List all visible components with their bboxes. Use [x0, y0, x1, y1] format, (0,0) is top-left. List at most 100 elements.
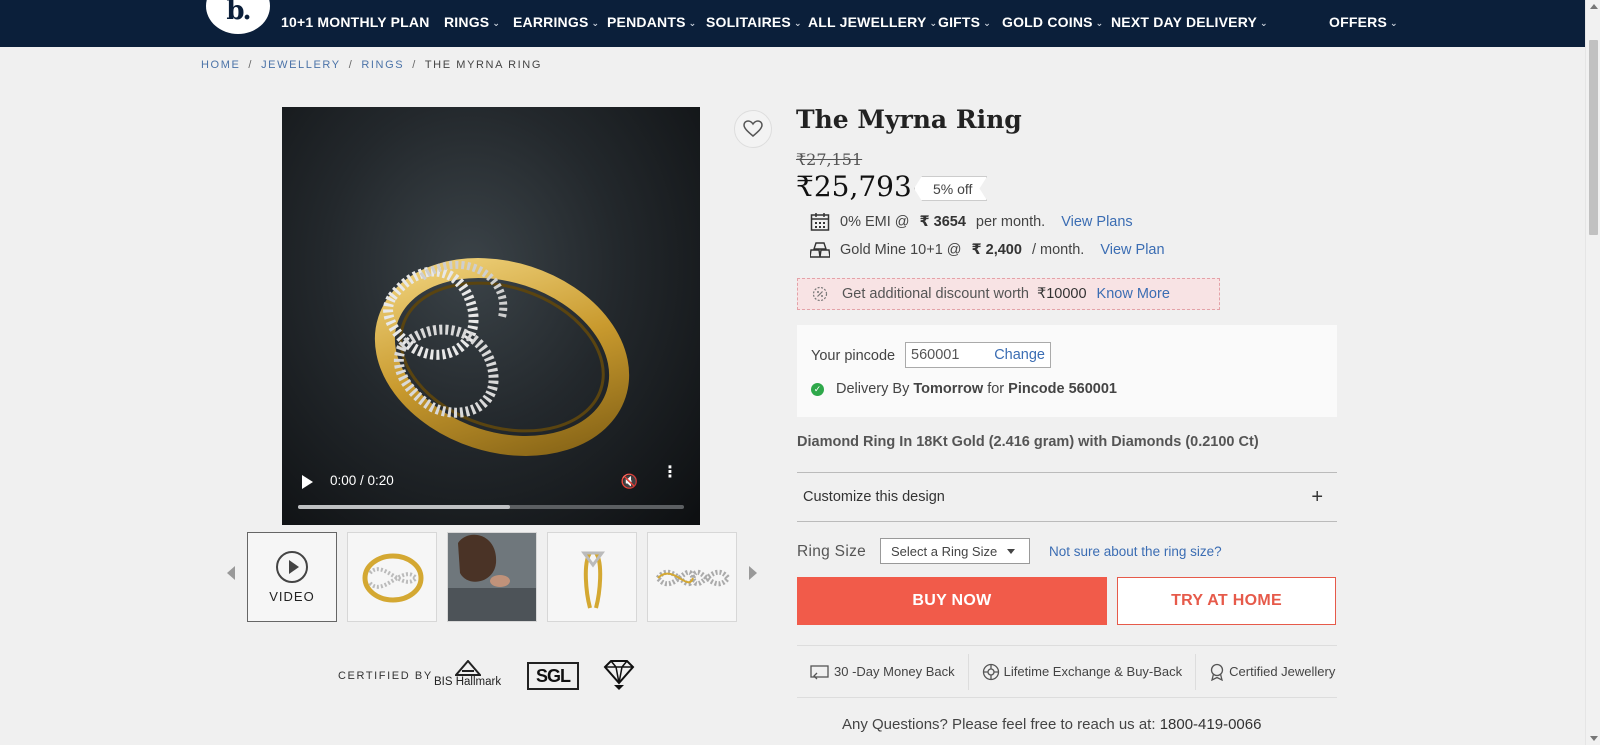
nav-label: GIFTS — [938, 14, 981, 30]
view-plan-link[interactable]: View Plan — [1100, 242, 1164, 258]
assurance-certified: Certified Jewellery — [1196, 654, 1348, 690]
assurance-label: Certified Jewellery — [1229, 664, 1336, 679]
nav-item-rings[interactable]: RINGS ⌄ — [444, 14, 500, 30]
thumbnail-ring-front[interactable] — [347, 532, 437, 622]
nav-label: NEXT DAY DELIVERY — [1111, 14, 1258, 30]
thumbnail-model[interactable] — [447, 532, 537, 622]
ring-side-thumbnail-image — [581, 551, 605, 609]
nav-item-pendants[interactable]: PENDANTS ⌄ — [607, 14, 696, 30]
try-at-home-button[interactable]: TRY AT HOME — [1117, 577, 1336, 625]
chevron-down-icon: ⌄ — [983, 17, 991, 28]
chevron-down-icon: ⌄ — [1095, 17, 1104, 28]
nav-item-gifts[interactable]: GIFTS ⌄ — [938, 14, 991, 30]
play-circle-icon — [276, 550, 308, 583]
money-back-icon — [810, 664, 829, 679]
certified-icon — [1211, 663, 1224, 681]
delivery-prefix: Delivery By — [836, 381, 910, 397]
nav-item-solitaires[interactable]: SOLITAIRES ⌄ — [706, 14, 802, 30]
breadcrumb: HOME / JEWELLERY / RINGS / THE MYRNA RIN… — [201, 59, 542, 71]
nav-label: 10+1 MONTHLY PLAN — [281, 14, 430, 30]
change-pincode-link[interactable]: Change — [994, 347, 1045, 363]
caret-down-icon — [1007, 548, 1016, 554]
product-title: The Myrna Ring — [796, 105, 1022, 134]
view-plans-link[interactable]: View Plans — [1061, 214, 1132, 230]
breadcrumb-jewellery[interactable]: JEWELLERY — [261, 59, 341, 71]
breadcrumb-rings[interactable]: RINGS — [361, 59, 404, 71]
assurance-money-back: 30 -Day Money Back — [797, 653, 969, 690]
product-video[interactable]: 0:00 / 0:20 🔇 ⋮ — [282, 107, 700, 525]
nav-item-offers[interactable]: OFFERS ⌄ — [1329, 14, 1398, 30]
thumbnail-video[interactable]: VIDEO — [247, 532, 337, 622]
nav-label: PENDANTS — [607, 14, 686, 30]
nav-item-all-jewellery[interactable]: ALL JEWELLERY ⌄ — [808, 14, 937, 30]
wishlist-button[interactable] — [734, 110, 772, 148]
goldmine-suffix: / month. — [1031, 242, 1085, 258]
brand-logo[interactable]: b. — [206, 0, 270, 34]
ring-top-thumbnail-image — [654, 569, 732, 587]
video-progress-bar[interactable] — [298, 505, 684, 509]
goldmine-row: Gold Mine 10+1 @ ₹ 2,400 / month. View Pla… — [810, 241, 1165, 259]
breadcrumb-separator: / — [348, 59, 354, 71]
discount-badge: 5% off — [914, 176, 987, 201]
breadcrumb-separator: / — [248, 59, 254, 71]
delivery-for: for — [987, 381, 1005, 397]
thumbnail-ring-side[interactable] — [547, 532, 637, 622]
additional-discount-banner: Get additional discount worth ₹10000 Kno… — [797, 278, 1220, 310]
nav-label: EARRINGS — [513, 14, 589, 30]
current-price: ₹25,793 — [796, 170, 912, 203]
breadcrumb-home[interactable]: HOME — [201, 59, 240, 71]
goldmine-prefix: Gold Mine 10+1 @ — [840, 242, 962, 258]
nav-item-gold-coins[interactable]: GOLD COINS ⌄ — [1002, 14, 1103, 30]
nav-label: OFFERS — [1329, 14, 1387, 30]
nav-item-earrings[interactable]: EARRINGS ⌄ — [513, 14, 599, 30]
delivery-when: Tomorrow — [913, 381, 984, 397]
assurance-exchange: Lifetime Exchange & Buy-Back — [969, 653, 1197, 690]
original-price: ₹27,151 — [796, 150, 863, 169]
pincode-panel: Your pincode 560001 Change ✓ Delivery By… — [797, 325, 1337, 417]
nav-item-next-day-delivery[interactable]: NEXT DAY DELIVERY ⌄ — [1111, 14, 1268, 30]
thumbnail-next-icon[interactable] — [749, 566, 757, 580]
scroll-up-icon[interactable] — [1590, 4, 1598, 9]
scroll-down-icon[interactable] — [1590, 736, 1598, 741]
delivery-pincode: Pincode 560001 — [1008, 381, 1117, 397]
nav-item-monthly-plan[interactable]: 10+1 MONTHLY PLAN — [281, 14, 430, 30]
know-more-link[interactable]: Know More — [1097, 286, 1170, 302]
ring-size-help-link[interactable]: Not sure about the ring size? — [1049, 544, 1222, 559]
video-time: 0:00 / 0:20 — [330, 473, 394, 488]
ring-size-select[interactable]: Select a Ring Size — [880, 538, 1030, 564]
ring-size-label: Ring Size — [797, 543, 867, 560]
more-options-icon[interactable]: ⋮ — [662, 465, 678, 481]
model-thumbnail-image — [448, 533, 536, 621]
chevron-down-icon: ⌄ — [688, 17, 697, 28]
discount-text: Get additional discount worth — [842, 286, 1029, 302]
assurance-strip: 30 -Day Money Back Lifetime Exchange & B… — [797, 645, 1337, 698]
ring-thumbnail-image — [362, 553, 424, 603]
breadcrumb-current: THE MYRNA RING — [424, 59, 542, 71]
thumbnail-prev-icon[interactable] — [227, 566, 235, 580]
mute-icon[interactable]: 🔇 — [621, 473, 638, 490]
video-controls: 0:00 / 0:20 🔇 ⋮ — [282, 455, 700, 525]
scrollbar-thumb[interactable] — [1589, 40, 1598, 235]
certified-by-label: CERTIFIED BY — [338, 670, 433, 682]
customize-label: Customize this design — [803, 489, 945, 505]
calendar-icon — [810, 213, 830, 231]
emi-amount: ₹ 3654 — [919, 214, 966, 230]
contact-phone[interactable]: 1800-419-0066 — [1160, 716, 1262, 733]
pincode-field[interactable]: 560001 Change — [905, 342, 1051, 368]
assurance-label: Lifetime Exchange & Buy-Back — [1003, 664, 1183, 679]
top-navigation: b. 10+1 MONTHLY PLAN RINGS ⌄ EARRINGS ⌄ PE… — [0, 0, 1585, 47]
page-scrollbar[interactable] — [1585, 0, 1600, 745]
play-icon[interactable] — [302, 475, 313, 489]
nav-label: SOLITAIRES — [706, 14, 791, 30]
buy-now-button[interactable]: BUY NOW — [797, 577, 1107, 625]
thumbnail-video-label: VIDEO — [269, 588, 315, 604]
customize-design-toggle[interactable]: Customize this design + — [797, 472, 1337, 522]
thumbnail-ring-top[interactable] — [647, 532, 737, 622]
contact-text: Any Questions? Please feel free to reach… — [842, 716, 1156, 733]
emi-suffix: per month. — [975, 214, 1046, 230]
nav-label: ALL JEWELLERY — [808, 14, 927, 30]
product-description: Diamond Ring In 18Kt Gold (2.416 gram) w… — [797, 434, 1259, 450]
delivery-info: ✓ Delivery By Tomorrow for Pincode 56000… — [811, 381, 1117, 397]
nav-label: RINGS — [444, 14, 490, 30]
chevron-down-icon: ⌄ — [929, 17, 938, 28]
